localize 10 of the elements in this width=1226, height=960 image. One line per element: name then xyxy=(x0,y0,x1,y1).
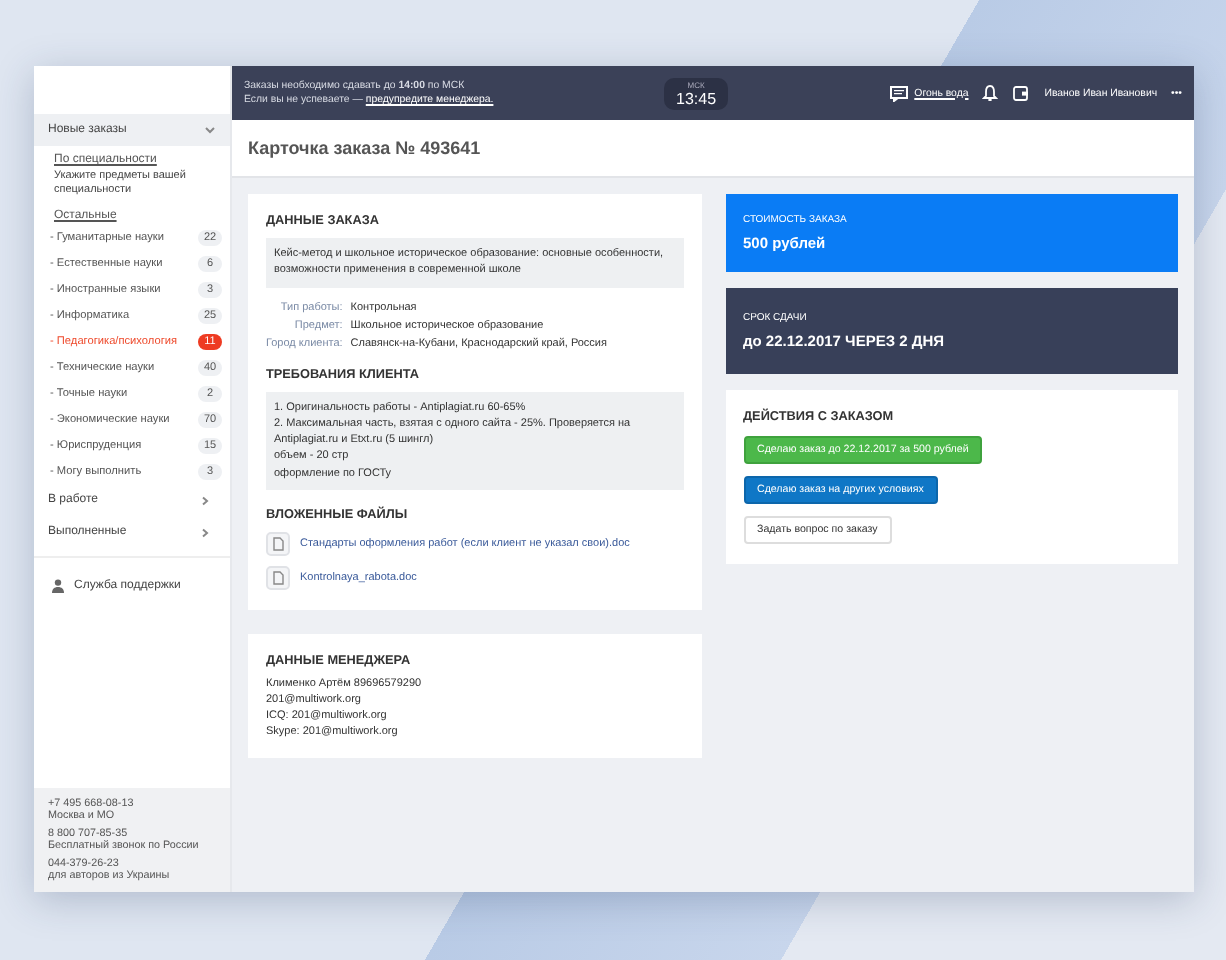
chevron-icon xyxy=(200,527,210,538)
bell-icon[interactable] xyxy=(982,84,999,102)
document-icon xyxy=(266,565,290,590)
person-icon xyxy=(50,578,66,595)
chevron-icon xyxy=(200,495,210,506)
chat-icon xyxy=(890,85,909,101)
wallet-icon[interactable] xyxy=(1012,84,1031,102)
document-icon xyxy=(266,531,290,556)
caret-icon xyxy=(204,126,216,134)
page-title: Карточка заказа № 493641 xyxy=(232,120,1194,178)
